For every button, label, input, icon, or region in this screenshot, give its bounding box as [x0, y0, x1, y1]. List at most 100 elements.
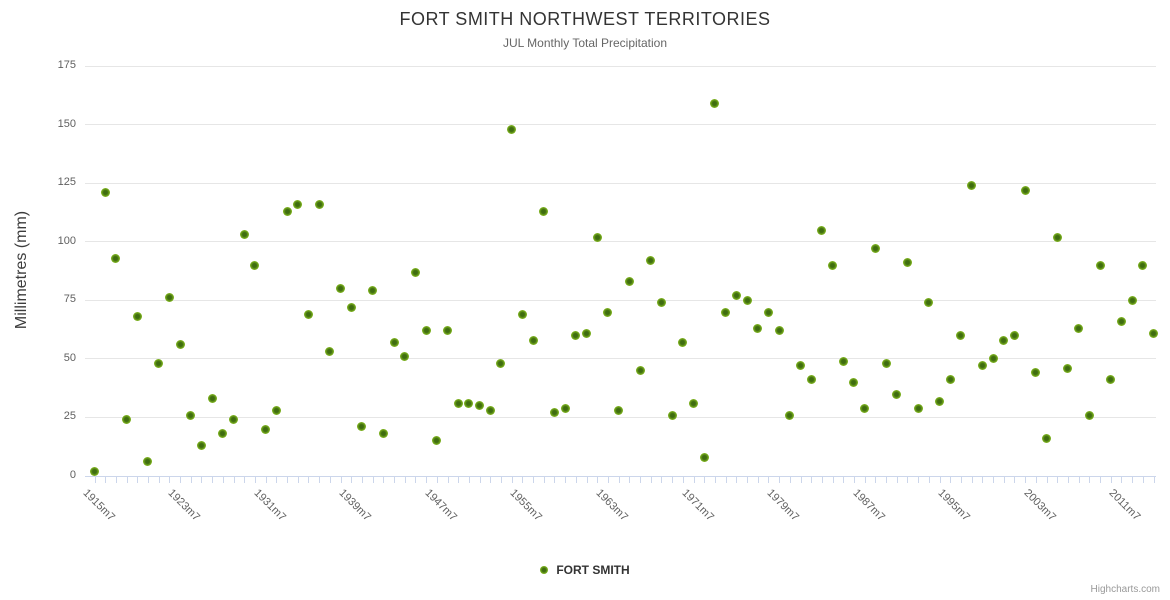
data-point[interactable] [764, 308, 773, 317]
data-point[interactable] [550, 408, 559, 417]
data-point[interactable] [379, 429, 388, 438]
data-point[interactable] [1117, 317, 1126, 326]
data-point[interactable] [293, 200, 302, 209]
data-point[interactable] [807, 375, 816, 384]
data-point[interactable] [240, 230, 249, 239]
data-point[interactable] [700, 453, 709, 462]
data-point[interactable] [325, 347, 334, 356]
legend-item-fort-smith[interactable]: FORT SMITH [0, 563, 1170, 577]
data-point[interactable] [475, 401, 484, 410]
data-point[interactable] [261, 425, 270, 434]
data-point[interactable] [817, 226, 826, 235]
data-point[interactable] [1149, 329, 1158, 338]
data-point[interactable] [154, 359, 163, 368]
data-point[interactable] [828, 261, 837, 270]
data-point[interactable] [668, 411, 677, 420]
data-point[interactable] [539, 207, 548, 216]
data-point[interactable] [603, 308, 612, 317]
data-point[interactable] [250, 261, 259, 270]
data-point[interactable] [956, 331, 965, 340]
data-point[interactable] [1021, 186, 1030, 195]
data-point[interactable] [529, 336, 538, 345]
data-point[interactable] [678, 338, 687, 347]
data-point[interactable] [935, 397, 944, 406]
data-point[interactable] [111, 254, 120, 263]
data-point[interactable] [732, 291, 741, 300]
data-point[interactable] [967, 181, 976, 190]
data-point[interactable] [464, 399, 473, 408]
data-point[interactable] [571, 331, 580, 340]
data-point[interactable] [390, 338, 399, 347]
data-point[interactable] [860, 404, 869, 413]
data-point[interactable] [229, 415, 238, 424]
data-point[interactable] [839, 357, 848, 366]
data-point[interactable] [1053, 233, 1062, 242]
data-point[interactable] [432, 436, 441, 445]
data-point[interactable] [753, 324, 762, 333]
data-point[interactable] [614, 406, 623, 415]
data-point[interactable] [871, 244, 880, 253]
data-point[interactable] [122, 415, 131, 424]
data-point[interactable] [1138, 261, 1147, 270]
data-point[interactable] [625, 277, 634, 286]
data-point[interactable] [486, 406, 495, 415]
data-point[interactable] [1096, 261, 1105, 270]
data-point[interactable] [689, 399, 698, 408]
data-point[interactable] [743, 296, 752, 305]
data-point[interactable] [496, 359, 505, 368]
data-point[interactable] [272, 406, 281, 415]
data-point[interactable] [903, 258, 912, 267]
data-point[interactable] [368, 286, 377, 295]
data-point[interactable] [914, 404, 923, 413]
data-point[interactable] [304, 310, 313, 319]
data-point[interactable] [785, 411, 794, 420]
data-point[interactable] [443, 326, 452, 335]
data-point[interactable] [561, 404, 570, 413]
data-point[interactable] [101, 188, 110, 197]
data-point[interactable] [165, 293, 174, 302]
data-point[interactable] [507, 125, 516, 134]
highcharts-credits[interactable]: Highcharts.com [1091, 584, 1160, 595]
data-point[interactable] [882, 359, 891, 368]
data-point[interactable] [176, 340, 185, 349]
data-point[interactable] [1128, 296, 1137, 305]
data-point[interactable] [208, 394, 217, 403]
data-point[interactable] [1106, 375, 1115, 384]
data-point[interactable] [646, 256, 655, 265]
data-point[interactable] [721, 308, 730, 317]
data-point[interactable] [411, 268, 420, 277]
data-point[interactable] [400, 352, 409, 361]
data-point[interactable] [357, 422, 366, 431]
data-point[interactable] [347, 303, 356, 312]
data-point[interactable] [518, 310, 527, 319]
data-point[interactable] [143, 457, 152, 466]
data-point[interactable] [593, 233, 602, 242]
data-point[interactable] [336, 284, 345, 293]
data-point[interactable] [1042, 434, 1051, 443]
data-point[interactable] [796, 361, 805, 370]
data-point[interactable] [133, 312, 142, 321]
data-point[interactable] [1085, 411, 1094, 420]
data-point[interactable] [283, 207, 292, 216]
data-point[interactable] [197, 441, 206, 450]
data-point[interactable] [1010, 331, 1019, 340]
data-point[interactable] [657, 298, 666, 307]
data-point[interactable] [978, 361, 987, 370]
data-point[interactable] [582, 329, 591, 338]
data-point[interactable] [186, 411, 195, 420]
data-point[interactable] [315, 200, 324, 209]
data-point[interactable] [422, 326, 431, 335]
data-point[interactable] [90, 467, 99, 476]
data-point[interactable] [454, 399, 463, 408]
data-point[interactable] [710, 99, 719, 108]
data-point[interactable] [218, 429, 227, 438]
data-point[interactable] [999, 336, 1008, 345]
data-point[interactable] [989, 354, 998, 363]
data-point[interactable] [1063, 364, 1072, 373]
data-point[interactable] [1074, 324, 1083, 333]
data-point[interactable] [849, 378, 858, 387]
data-point[interactable] [1031, 368, 1040, 377]
data-point[interactable] [892, 390, 901, 399]
data-point[interactable] [636, 366, 645, 375]
data-point[interactable] [946, 375, 955, 384]
